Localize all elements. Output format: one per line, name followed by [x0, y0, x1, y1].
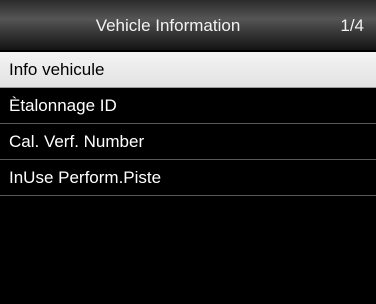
menu-item-inuse-performance[interactable]: InUse Perform.Piste	[0, 160, 376, 196]
menu-item-cal-verf-number[interactable]: Cal. Verf. Number	[0, 124, 376, 160]
title-bar: Vehicle Information 1/4	[0, 0, 376, 50]
page-indicator: 1/4	[340, 16, 364, 35]
menu-item-label: Ètalonnage ID	[9, 96, 117, 115]
menu-list: Info vehicule Ètalonnage ID Cal. Verf. N…	[0, 52, 376, 196]
menu-item-vehicle-info[interactable]: Info vehicule	[0, 52, 376, 88]
menu-item-calibration-id[interactable]: Ètalonnage ID	[0, 88, 376, 124]
scan-tool-screen: Vehicle Information 1/4 Info vehicule Èt…	[0, 0, 376, 304]
menu-item-label: Info vehicule	[9, 60, 105, 79]
menu-item-label: InUse Perform.Piste	[9, 168, 162, 187]
screen-title: Vehicle Information	[95, 16, 241, 35]
menu-item-label: Cal. Verf. Number	[9, 132, 145, 151]
